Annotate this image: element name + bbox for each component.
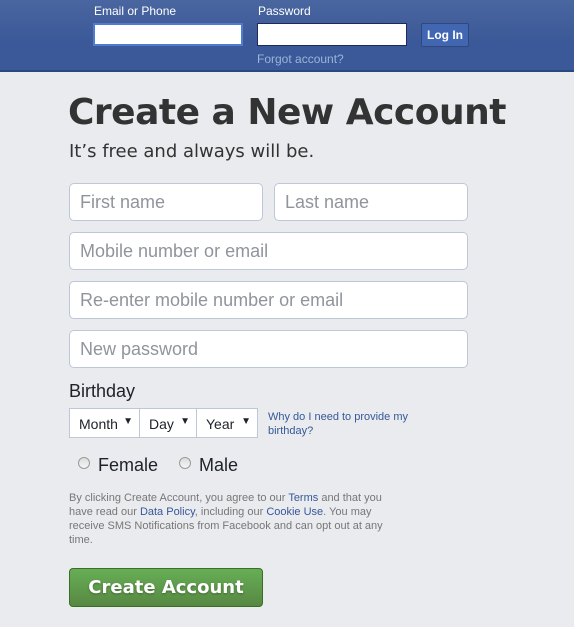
email-label: Email or Phone	[94, 4, 177, 18]
male-label: Male	[199, 455, 239, 475]
year-value: Year	[206, 416, 235, 432]
birthday-label: Birthday	[69, 381, 136, 401]
page-title: Create a New Account	[68, 92, 506, 133]
mobile-or-email-input[interactable]	[69, 232, 468, 270]
terms-text-part: , including our	[194, 506, 267, 518]
cookie-use-link[interactable]: Cookie Use	[266, 506, 323, 518]
login-button[interactable]: Log In	[421, 23, 469, 47]
terms-text: By clicking Create Account, you agree to…	[69, 491, 389, 547]
top-header: Email or Phone Password Log In Forgot ac…	[0, 0, 574, 72]
birthday-year-select[interactable]: Year ▼	[196, 408, 258, 438]
day-value: Day	[149, 416, 174, 432]
female-label: Female	[98, 455, 159, 475]
page-subtitle: It’s free and always will be.	[69, 141, 315, 162]
birthday-day-select[interactable]: Day ▼	[139, 408, 197, 438]
login-password-input[interactable]	[257, 23, 407, 46]
birthday-month-select[interactable]: Month ▼	[69, 408, 140, 438]
month-value: Month	[79, 416, 118, 432]
terms-link[interactable]: Terms	[288, 492, 318, 504]
password-label: Password	[258, 4, 311, 18]
why-birthday-link[interactable]: Why do I need to provide my birthday?	[268, 410, 418, 438]
chevron-down-icon: ▼	[241, 416, 251, 427]
data-policy-link[interactable]: Data Policy	[140, 506, 195, 518]
reenter-mobile-or-email-input[interactable]	[69, 281, 468, 319]
chevron-down-icon: ▼	[123, 416, 133, 427]
forgot-account-link[interactable]: Forgot account?	[257, 52, 344, 66]
first-name-input[interactable]	[69, 183, 263, 221]
gender-female-option[interactable]: Female	[78, 455, 158, 476]
login-email-input[interactable]	[93, 23, 243, 46]
gender-male-option[interactable]: Male	[179, 455, 238, 476]
terms-text-part: By clicking Create Account, you agree to…	[69, 492, 289, 504]
new-password-input[interactable]	[69, 330, 468, 368]
chevron-down-icon: ▼	[180, 416, 190, 427]
last-name-input[interactable]	[274, 183, 468, 221]
create-account-button[interactable]: Create Account	[69, 568, 263, 607]
male-radio[interactable]	[179, 457, 191, 469]
female-radio[interactable]	[78, 457, 90, 469]
